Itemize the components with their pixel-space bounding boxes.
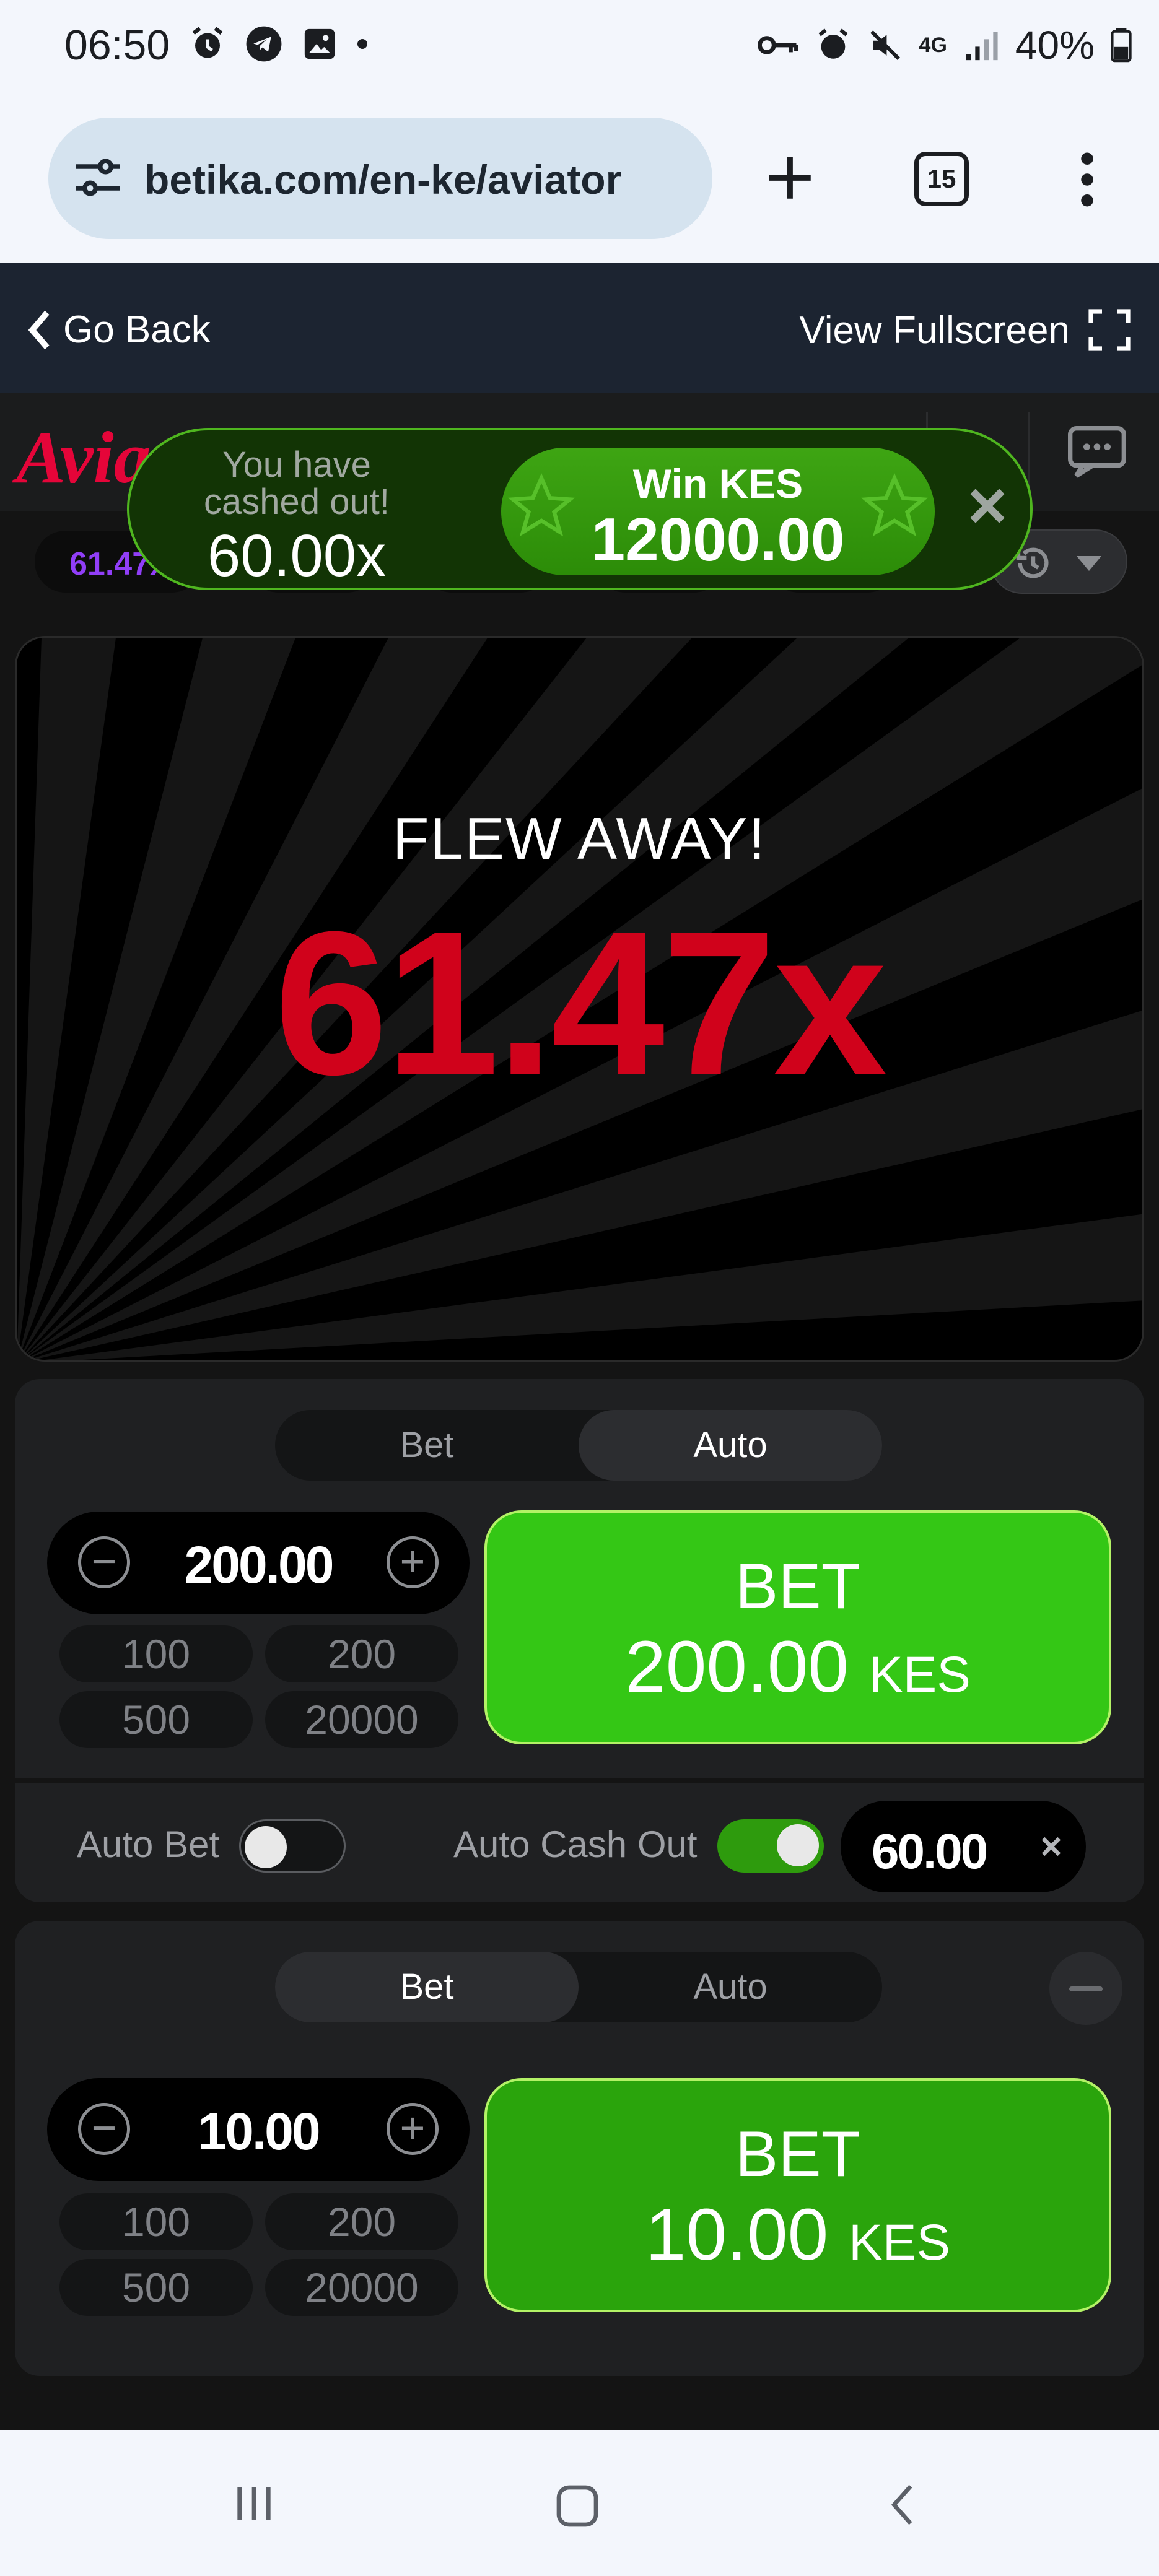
tab-bet[interactable]: Bet [275,1952,579,2022]
status-time: 06:50 [64,22,170,69]
bet-button-currency: KES [868,1647,971,1703]
alarm-icon-right [818,28,848,59]
quick-amount-button[interactable]: 100 [59,1625,253,1682]
auto-cashout-field[interactable]: 60.00 [841,1801,1086,1892]
star-icon [507,473,575,537]
bet-panel-2: Bet Auto − 10.00 + 100 200 500 20000 BET… [15,1921,1144,2376]
bet-button-label: BET [735,2118,861,2190]
tab-auto[interactable]: Auto [579,1410,882,1481]
star-icon [860,473,929,537]
quick-amount-button[interactable]: 20000 [265,2259,458,2316]
more-menu-icon[interactable] [1075,152,1100,207]
mute-icon [870,30,900,60]
game-topbar: Go Back View Fullscreen [0,263,1159,393]
quick-amount-button[interactable]: 200 [265,1625,458,1682]
remove-bet-panel-button[interactable] [1049,1952,1122,2025]
bet-button-label: BET [735,1551,861,1622]
bet-mode-switch: Bet Auto [275,1410,882,1481]
key-icon [757,36,798,54]
flew-away-label: FLEW AWAY! [392,806,767,872]
round-multiplier: 61.47x [274,889,887,1117]
bet-panel-1: Bet Auto − 200.00 + 100 200 500 20000 BE… [15,1379,1144,1902]
bet-mode-switch: Bet Auto [275,1952,882,2022]
go-back-label: Go Back [63,308,211,351]
tab-auto[interactable]: Auto [579,1952,882,2022]
browser-toolbar: betika.com/en-ke/aviator 15 [0,93,1159,263]
status-bar: 06:50 4G 40% [0,0,1159,93]
close-icon[interactable] [963,481,1012,531]
minus-icon [1069,1986,1103,1991]
home-icon[interactable] [553,2481,602,2531]
auto-cashout-label: Auto Cash Out [453,1824,698,1865]
fullscreen-icon [1088,309,1131,351]
alarm-icon [192,27,223,58]
signal-icon [966,32,998,61]
telegram-icon [246,26,282,62]
quick-amount-button[interactable]: 500 [59,2259,253,2316]
quick-amount-button[interactable]: 500 [59,1691,253,1748]
bet-button[interactable]: BET 10.00 KES [484,2078,1111,2312]
auto-cashout-toggle[interactable] [717,1819,824,1873]
system-nav-bar [0,2430,1159,2576]
view-fullscreen-button[interactable]: View Fullscreen [800,308,1132,352]
battery-icon [1111,28,1132,63]
aviator-game: Aviator 61.47x You have cashed out! 60.0… [0,393,1159,2430]
site-settings-icon[interactable] [73,157,123,201]
address-bar[interactable]: betika.com/en-ke/aviator [48,118,712,239]
chevron-left-icon [28,310,50,349]
view-fullscreen-label: View Fullscreen [799,308,1070,352]
network-type: 4G [919,33,947,57]
gallery-icon [304,28,335,59]
clear-icon[interactable] [1038,1833,1065,1860]
go-back-button[interactable]: Go Back [27,308,211,352]
auto-cashout-value[interactable]: 60.00 [872,1823,988,1880]
cashout-toast: You have cashed out! 60.00x Win KES 1200… [127,428,1033,590]
chat-icon[interactable] [1066,424,1128,480]
auto-bet-toggle[interactable] [239,1819,346,1873]
increase-amount-button[interactable]: + [387,2103,439,2155]
quick-amount-button[interactable]: 20000 [265,1691,458,1748]
new-tab-icon[interactable] [762,150,818,206]
bet-amount-stepper[interactable]: − 200.00 + [47,1512,470,1614]
bet-button-amount: 200.00 [625,1626,849,1708]
back-icon[interactable] [880,2480,929,2530]
win-badge: Win KES 12000.00 [501,448,935,575]
bet-button[interactable]: BET 200.00 KES [484,1510,1111,1744]
bet-button-amount: 10.00 [645,2194,829,2276]
auto-settings-row: Auto Bet Auto Cash Out 60.00 [15,1778,1144,1902]
auto-bet-label: Auto Bet [77,1824,220,1865]
toast-multiplier: 60.00x [207,523,387,589]
battery-percent: 40% [1015,23,1095,67]
bet-amount-stepper[interactable]: − 10.00 + [47,2078,470,2181]
recent-apps-icon[interactable] [229,2479,279,2528]
tab-bet[interactable]: Bet [275,1410,579,1481]
url-text[interactable]: betika.com/en-ke/aviator [144,156,621,203]
chevron-down-icon [1077,556,1101,571]
increase-amount-button[interactable]: + [387,1536,439,1588]
tab-switcher-button[interactable]: 15 [914,152,969,206]
quick-amount-button[interactable]: 200 [265,2193,458,2250]
quick-amount-button[interactable]: 100 [59,2193,253,2250]
toast-message: You have cashed out! [204,445,390,522]
game-stage: FLEW AWAY! 61.47x [15,636,1144,1362]
notification-dot-icon [357,39,367,49]
bet-button-currency: KES [849,2214,951,2271]
